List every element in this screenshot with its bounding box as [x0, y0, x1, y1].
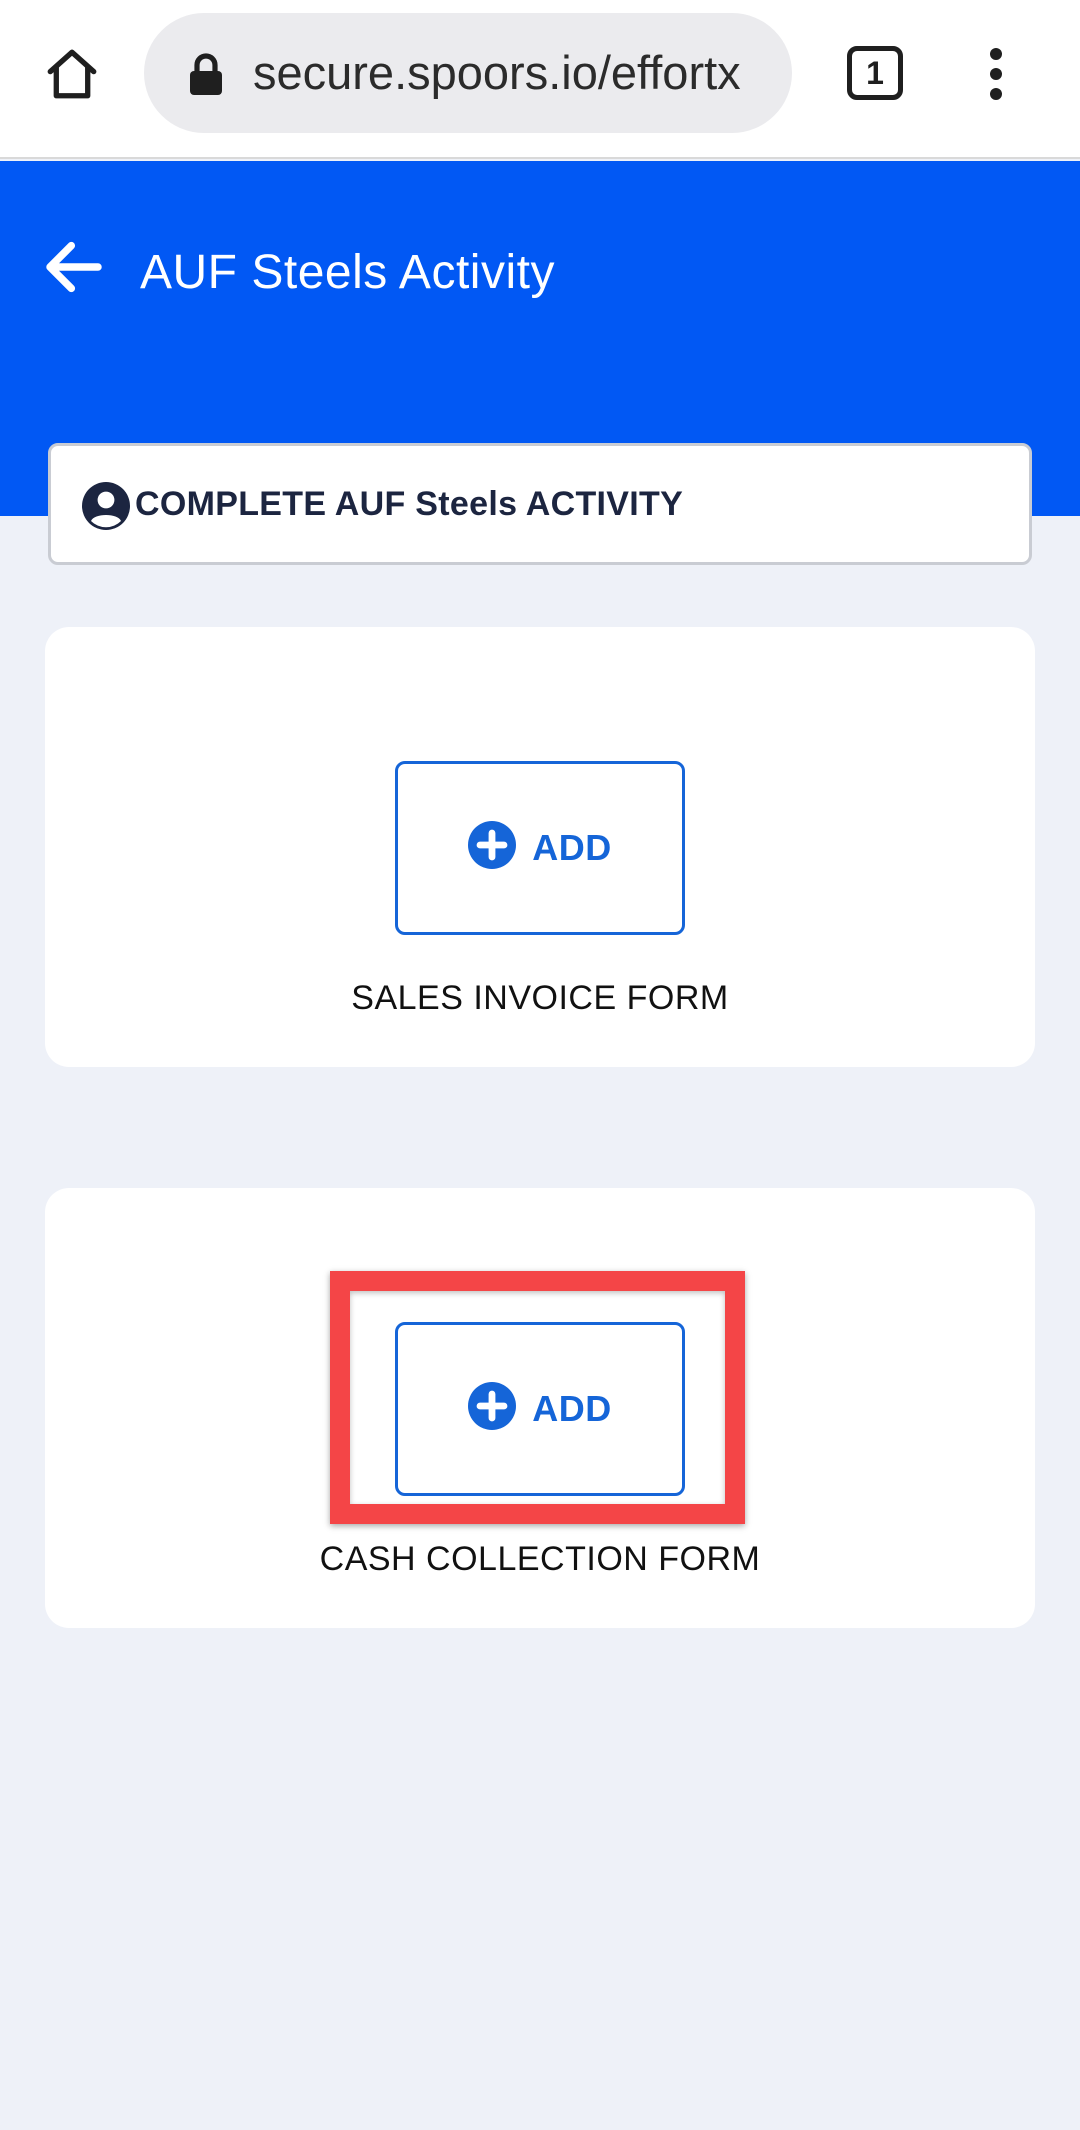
form-name: CASH COLLECTION FORM	[319, 1540, 761, 1578]
add-label: ADD	[532, 827, 612, 868]
url-text: secure.spoors.io/effortx	[253, 46, 741, 99]
plus-circle-icon	[468, 1382, 517, 1430]
form-name: SALES INVOICE FORM	[351, 979, 729, 1017]
complete-activity-bar[interactable]: COMPLETE AUF Steels ACTIVITY	[48, 443, 1032, 565]
more-vert-icon[interactable]	[976, 44, 1016, 104]
lock-icon	[190, 53, 222, 95]
user-circle-icon	[82, 482, 130, 530]
home-icon	[47, 49, 97, 99]
tab-switcher-button[interactable]: 1	[847, 46, 903, 100]
page-title: AUF Steels Activity	[140, 246, 555, 299]
arrow-left-icon[interactable]	[42, 235, 106, 299]
home-button[interactable]	[36, 38, 108, 110]
cash-collection-card: ADD CASH COLLECTION FORM	[45, 1188, 1035, 1628]
tab-count: 1	[866, 54, 884, 91]
add-cash-collection-button[interactable]: ADD	[395, 1322, 685, 1496]
plus-circle-icon	[468, 821, 517, 869]
activity-label: COMPLETE AUF Steels ACTIVITY	[135, 485, 684, 523]
sales-invoice-card: ADD SALES INVOICE FORM	[45, 627, 1035, 1067]
add-sales-invoice-button[interactable]: ADD	[395, 761, 685, 935]
add-label: ADD	[532, 1388, 612, 1429]
address-bar[interactable]: secure.spoors.io/effortx	[144, 13, 792, 133]
browser-toolbar: secure.spoors.io/effortx 1	[0, 0, 1080, 159]
